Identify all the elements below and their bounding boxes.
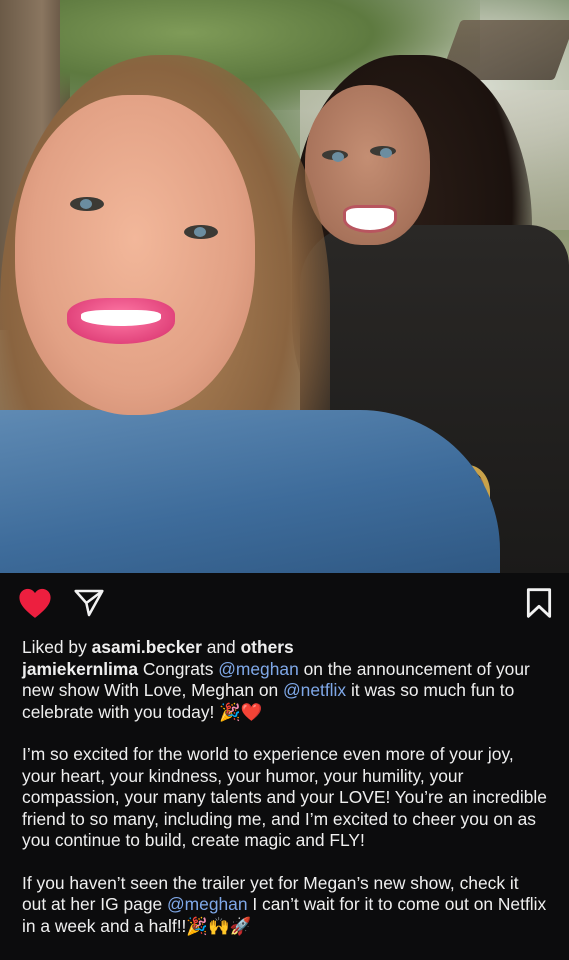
person-right-smile [343,205,397,233]
caption-paragraph-3: If you haven’t seen the trailer yet for … [22,873,547,938]
caption-paragraph-1: jamiekernlima Congrats @meghan on the an… [22,659,547,724]
caption-text: Congrats [138,658,219,679]
person-left-eye-right [184,225,218,239]
caption-paragraph-2: I’m so excited for the world to experien… [22,744,547,850]
person-left-smile [67,298,175,344]
mention-link[interactable]: @netflix [283,680,346,700]
likes-line: Liked by asami.becker and others [22,637,547,659]
person-left-face [15,95,255,415]
person-left-eye-left [70,197,104,211]
person-right-eye-left [322,150,348,162]
post-action-bar [0,573,569,635]
likes-others-link[interactable]: others [241,637,294,657]
post-photo[interactable] [0,0,569,573]
send-icon[interactable] [73,587,105,619]
post-caption: Liked by asami.becker and others jamieke… [0,635,569,937]
mention-link[interactable]: @meghan [218,659,299,679]
person-right-eye-right [370,146,396,158]
likes-user-link[interactable]: asami.becker [92,637,202,657]
likes-prefix: Liked by [22,637,87,657]
author-username[interactable]: jamiekernlima [22,659,138,679]
heart-icon[interactable] [18,587,52,619]
likes-and: and [206,637,236,657]
person-left-denim-shirt [0,410,500,573]
bookmark-icon[interactable] [524,587,554,619]
mention-link[interactable]: @meghan [167,894,248,914]
